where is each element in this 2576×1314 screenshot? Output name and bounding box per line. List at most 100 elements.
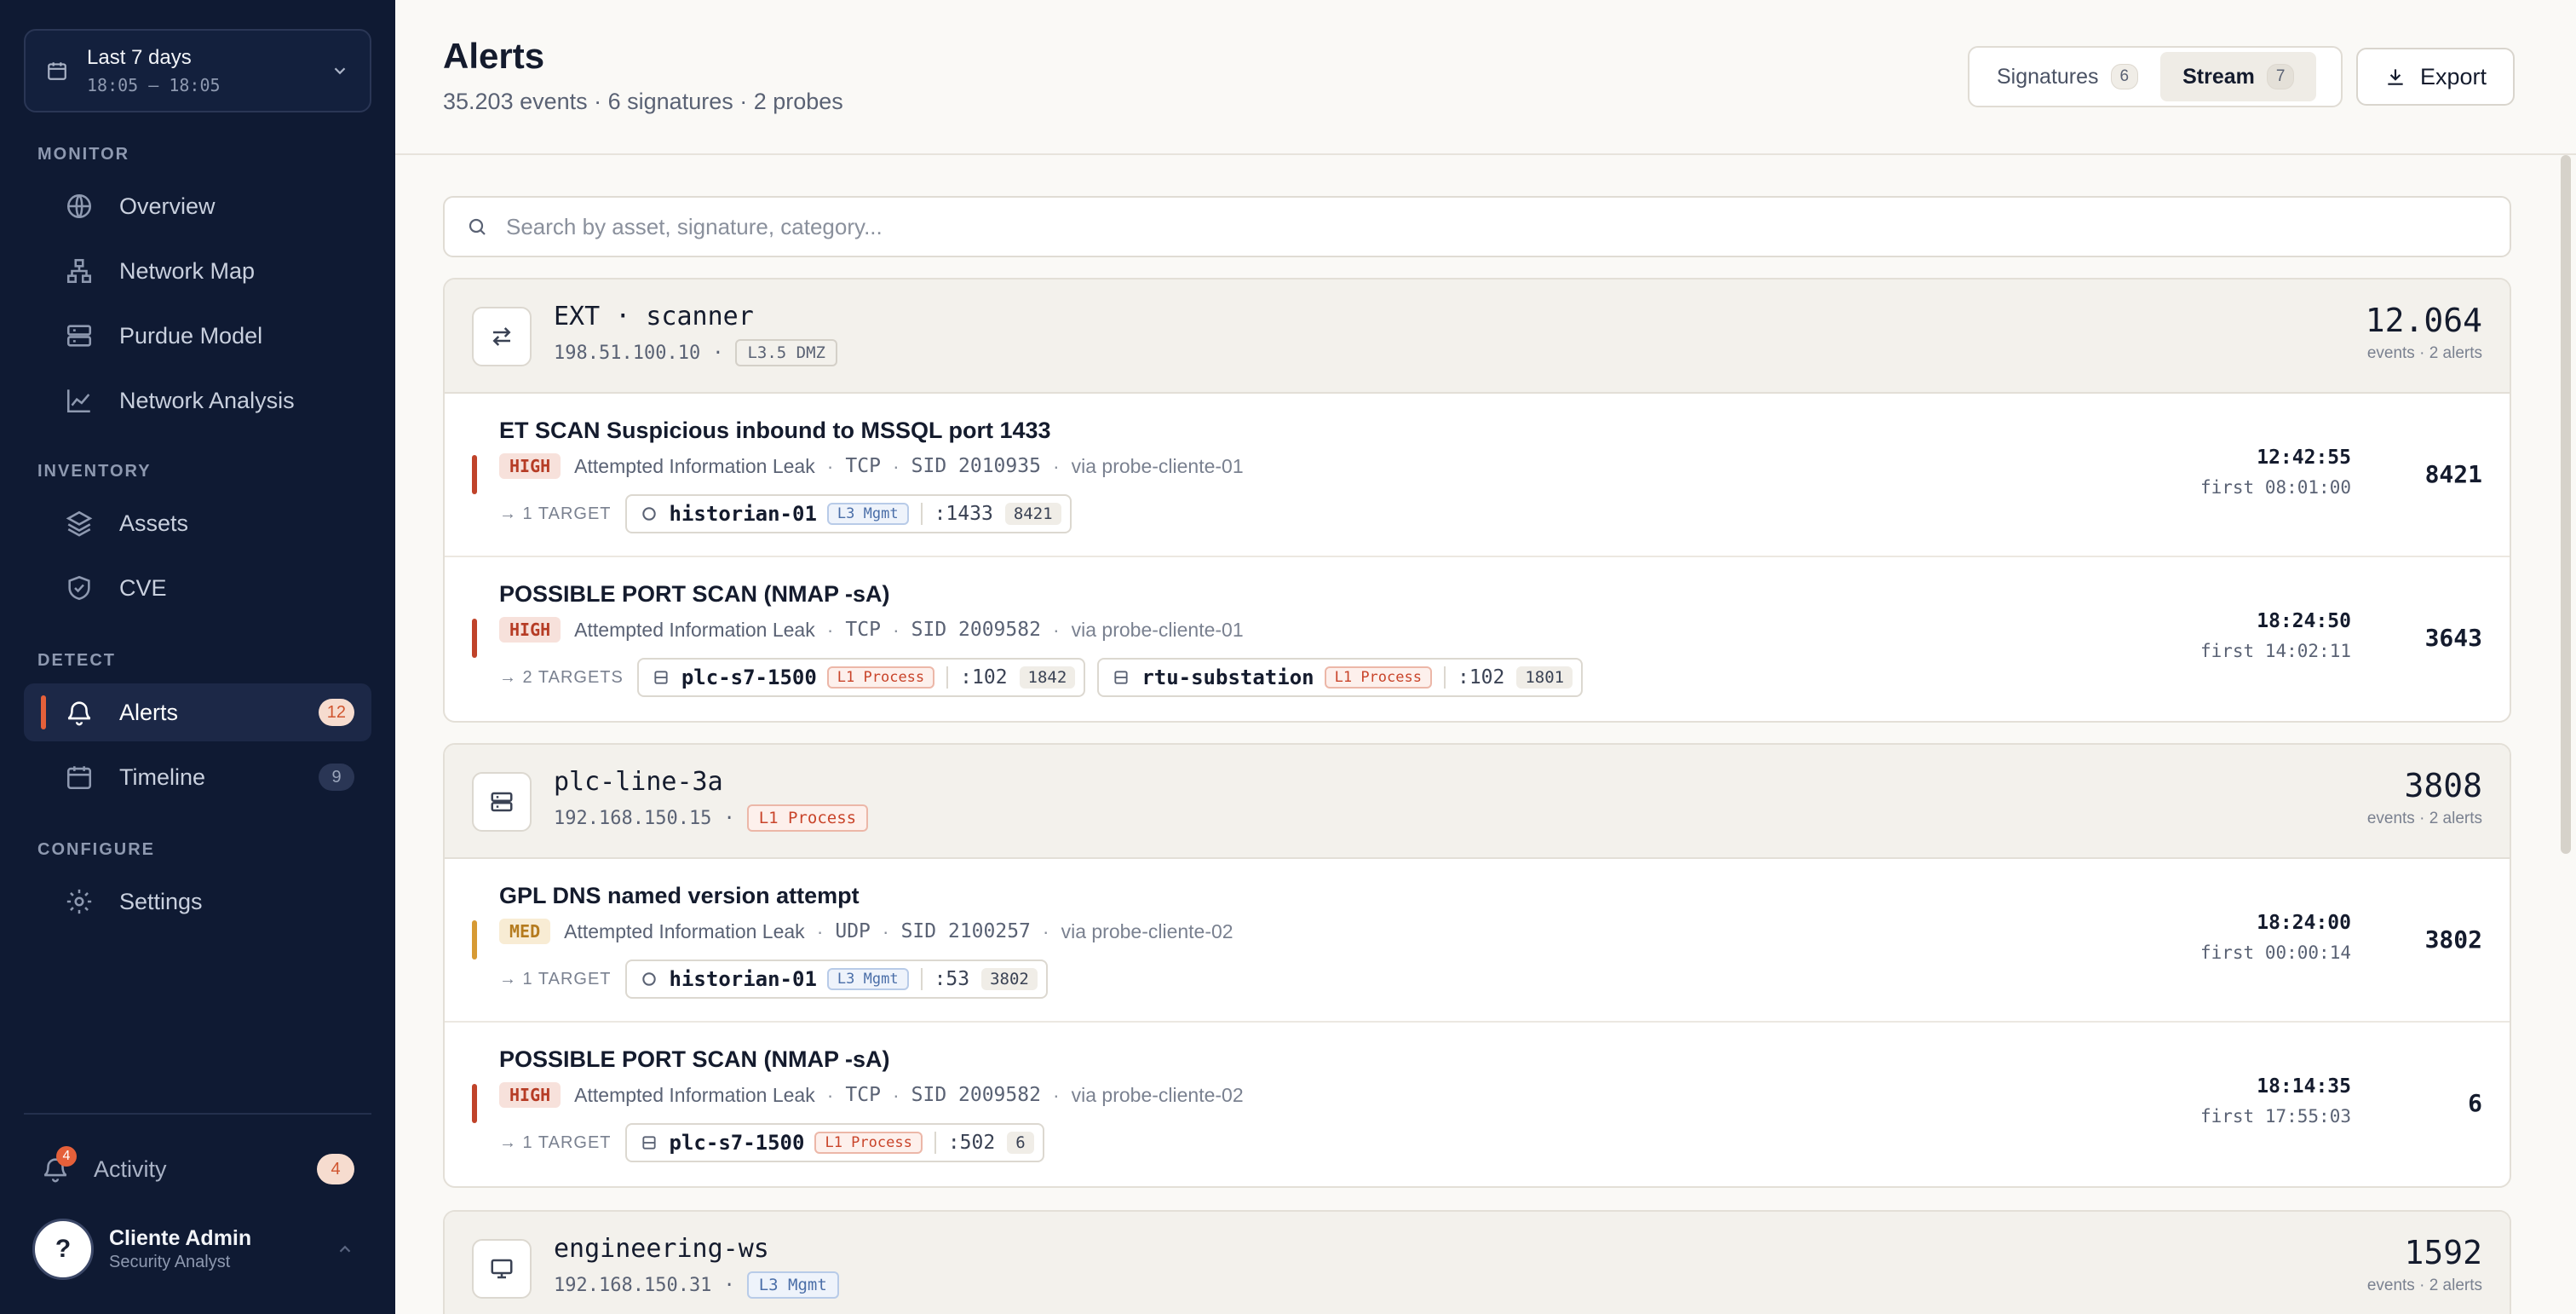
download-icon (2388, 69, 2403, 85)
scrollbar[interactable] (2561, 155, 2571, 854)
sidebar-item-cve[interactable]: CVE (24, 559, 371, 617)
calendar-icon (66, 766, 92, 790)
alert-targets: → 2 TARGETS plc-s7-1500 L1 Process :102 … (499, 658, 1595, 697)
page-subtitle: 35.203 events · 6 signatures · 2 probes (443, 89, 843, 114)
circle-icon (641, 972, 656, 986)
alert-title: POSSIBLE PORT SCAN (NMAP -sA) (499, 581, 890, 607)
alert-targets: → 1 TARGET historian-01 L3 Mgmt :53 3802 (499, 960, 1060, 999)
severity-bar (472, 619, 477, 658)
target-chip[interactable]: rtu-substation L1 Process :102 1801 (1097, 658, 1584, 697)
alert-last-seen: 18:24:50 (2257, 610, 2351, 632)
alert-group: EXT · scanner 198.51.100.10 · L3.5 DMZ 1… (443, 278, 2511, 723)
zone-tag: L1 Process (826, 666, 935, 689)
severity-badge: HIGH (499, 453, 561, 479)
alert-targets: → 1 TARGET historian-01 L3 Mgmt :1433 84… (499, 494, 1084, 533)
alert-probe: via probe-cliente-01 (1071, 618, 1244, 641)
sidebar-item-alerts[interactable]: Alerts 12 (24, 683, 371, 741)
signatures-tab[interactable]: Signatures 6 (1975, 52, 2160, 101)
sidebar-item-purdue-model[interactable]: Purdue Model (24, 307, 371, 365)
alert-last-seen: 18:14:35 (2257, 1075, 2351, 1098)
group-icon (472, 307, 532, 366)
target-port: :102 (1443, 666, 1504, 689)
severity-badge: MED (499, 919, 551, 944)
sidebar-item-network-analysis[interactable]: Network Analysis (24, 372, 371, 429)
group-total: 3808 (2404, 767, 2482, 804)
activity-count-badge: 4 (317, 1154, 354, 1184)
sidebar-item-assets[interactable]: Assets (24, 494, 371, 552)
date-range-picker[interactable]: Last 7 days 18:05 – 18:05 (24, 29, 371, 112)
target-name: rtu-substation (1141, 666, 1314, 689)
separator: · (712, 342, 724, 364)
sidebar-item-timeline[interactable]: Timeline 9 (24, 748, 371, 806)
alert-title: GPL DNS named version attempt (499, 883, 860, 908)
activity-button[interactable]: 4 Activity 4 (41, 1140, 354, 1198)
target-chip[interactable]: plc-s7-1500 L1 Process :502 6 (624, 1123, 1044, 1162)
group-icon (472, 772, 532, 832)
network-icon (66, 258, 92, 284)
circle-icon (641, 507, 656, 521)
sidebar-item-overview[interactable]: Overview (24, 177, 371, 235)
search-input[interactable] (506, 213, 2510, 240)
alert-count: 6 (2468, 1089, 2482, 1117)
target-chip[interactable]: historian-01 L3 Mgmt :1433 8421 (624, 494, 1072, 533)
targets-label: → 1 TARGET (499, 969, 612, 988)
stream-tab[interactable]: Stream 7 (2160, 52, 2317, 101)
activity-label: Activity (94, 1156, 167, 1182)
zone-tag: L3 Mgmt (826, 968, 909, 990)
target-chip[interactable]: historian-01 L3 Mgmt :53 3802 (624, 960, 1048, 999)
page-title: Alerts (443, 36, 545, 76)
sidebar-item-network-map[interactable]: Network Map (24, 242, 371, 300)
alert-row[interactable]: GPL DNS named version attempt MED Attemp… (445, 859, 2510, 1023)
search-bar (443, 196, 2511, 257)
user-menu[interactable]: ? Cliente Admin Security Analyst (32, 1217, 363, 1282)
sidebar-item-label: Purdue Model (119, 322, 263, 349)
separator: · (892, 1083, 900, 1106)
target-name: plc-s7-1500 (681, 666, 817, 689)
alert-row[interactable]: POSSIBLE PORT SCAN (NMAP -sA) HIGH Attem… (445, 557, 2510, 721)
alert-row[interactable]: POSSIBLE PORT SCAN (NMAP -sA) HIGH Attem… (445, 1023, 2510, 1186)
group-header[interactable]: EXT · scanner 198.51.100.10 · L3.5 DMZ 1… (445, 280, 2510, 394)
alert-first-seen: first 00:00:14 (2199, 942, 2351, 963)
alert-category: Attempted Information Leak (564, 919, 805, 942)
group-icon (472, 1239, 532, 1299)
stream-tab-label: Stream (2182, 64, 2255, 89)
group-header[interactable]: engineering-ws 192.168.150.31 · L3 Mgmt … (445, 1212, 2510, 1314)
alert-last-seen: 18:24:00 (2257, 912, 2351, 934)
severity-badge: HIGH (499, 1082, 561, 1108)
search-icon (469, 218, 486, 235)
alert-protocol: TCP (845, 455, 881, 477)
target-name: historian-01 (669, 502, 817, 526)
sidebar-item-label: Settings (119, 888, 203, 914)
separator: · (826, 454, 834, 477)
targets-label: → 1 TARGET (499, 1132, 612, 1152)
group-name: EXT · scanner (554, 302, 754, 331)
group-header[interactable]: plc-line-3a 192.168.150.15 · L1 Process … (445, 745, 2510, 859)
sidebar-divider (24, 1113, 371, 1115)
alert-meta: HIGH Attempted Information Leak · TCP · … (499, 617, 1244, 643)
alert-targets: → 1 TARGET plc-s7-1500 L1 Process :502 6 (499, 1123, 1056, 1162)
sidebar-item-label: Alerts (119, 699, 179, 725)
target-count: 8421 (1004, 503, 1061, 525)
alert-meta: MED Attempted Information Leak · UDP · S… (499, 919, 1233, 944)
separator: · (1042, 919, 1049, 942)
export-button[interactable]: Export (2356, 48, 2515, 106)
section-inventory: INVENTORY (37, 462, 152, 481)
group-name: plc-line-3a (554, 767, 723, 797)
sidebar-item-settings[interactable]: Settings (24, 873, 371, 931)
zone-tag: L1 Process (814, 1132, 923, 1154)
shield-check-icon (68, 575, 90, 601)
alert-count: 3802 (2424, 925, 2482, 954)
group-meta: 192.168.150.15 · L1 Process (554, 804, 869, 832)
target-count: 1842 (1019, 666, 1076, 689)
target-chip[interactable]: plc-s7-1500 L1 Process :102 1842 (636, 658, 1086, 697)
group-ip: 192.168.150.15 (554, 807, 712, 829)
targets-label: → 2 TARGETS (499, 667, 624, 687)
alert-first-seen: first 14:02:11 (2199, 641, 2351, 661)
alert-protocol: UDP (835, 920, 871, 942)
alerts-count-badge: 12 (318, 699, 354, 726)
alert-row[interactable]: ET SCAN Suspicious inbound to MSSQL port… (445, 394, 2510, 557)
separator: · (1052, 454, 1060, 477)
view-toggle: Signatures 6 Stream 7 (1968, 46, 2343, 107)
server-icon (1114, 671, 1128, 684)
separator: · (723, 1274, 735, 1296)
